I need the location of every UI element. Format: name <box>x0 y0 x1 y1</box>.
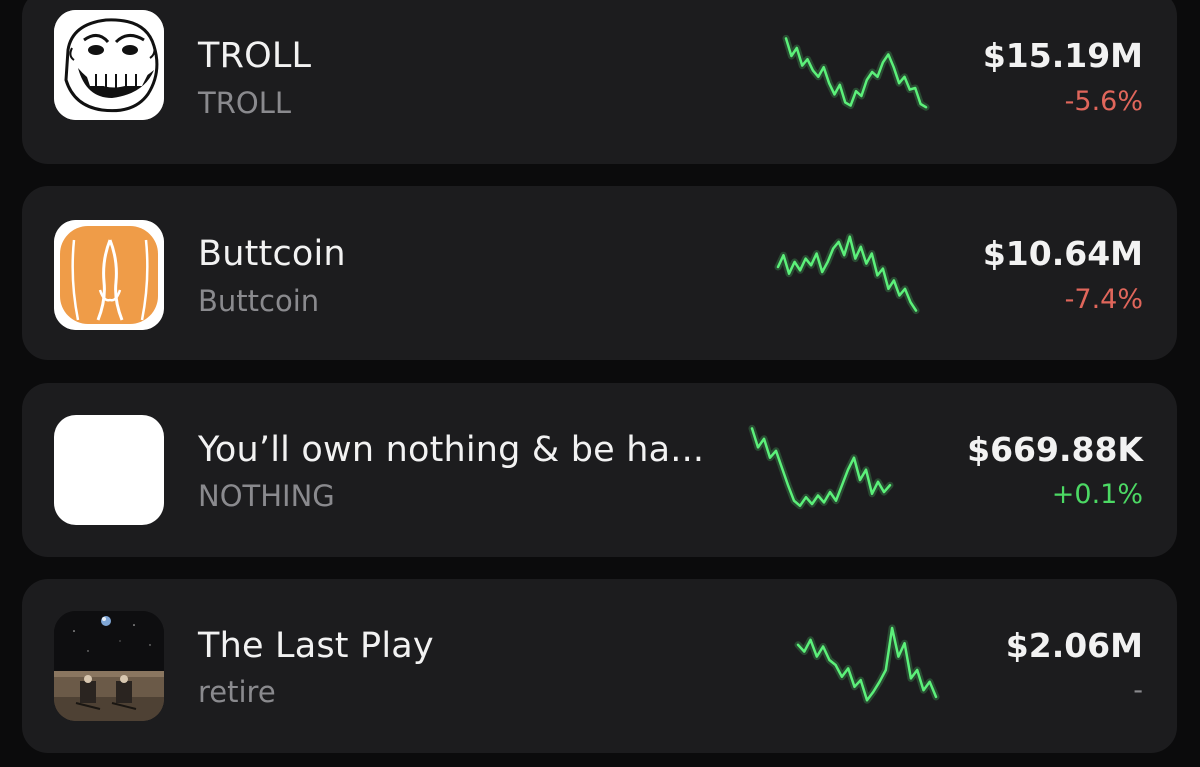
trollface-icon <box>54 10 164 120</box>
market-cap: $669.88K <box>967 430 1143 469</box>
price-change: -5.6% <box>1064 86 1143 117</box>
sparkline-chart <box>748 424 894 510</box>
token-name: The Last Play <box>198 626 434 666</box>
token-card-troll[interactable]: TROLL TROLL $15.19M -5.6% <box>22 0 1177 164</box>
blank-white-icon <box>54 415 164 525</box>
sparkline-line <box>776 235 918 312</box>
token-name: Buttcoin <box>198 234 346 274</box>
token-ticker: TROLL <box>198 86 292 120</box>
token-card-the-last-play[interactable]: The Last Play retire $2.06M - <box>22 579 1177 753</box>
sparkline-glow <box>794 624 940 704</box>
moon-landscape-icon <box>54 611 164 721</box>
buttcoin-icon <box>54 220 164 330</box>
sparkline-glow <box>748 424 894 510</box>
sparkline-chart <box>782 34 930 111</box>
market-cap: $2.06M <box>1005 626 1143 665</box>
token-ticker: Buttcoin <box>198 284 320 318</box>
sparkline-glow <box>782 34 930 111</box>
token-list: TROLL TROLL $15.19M -5.6% Buttcoin Buttc… <box>0 0 1200 767</box>
market-cap: $15.19M <box>982 36 1143 75</box>
token-ticker: retire <box>198 675 276 709</box>
token-name: You’ll own nothing & be ha... <box>198 430 705 470</box>
token-ticker: NOTHING <box>198 479 335 513</box>
sparkline-chart <box>774 233 920 315</box>
token-name: TROLL <box>198 36 312 76</box>
price-change: - <box>1133 675 1143 706</box>
sparkline-chart <box>794 624 940 704</box>
market-cap: $10.64M <box>982 234 1143 273</box>
token-card-buttcoin[interactable]: Buttcoin Buttcoin $10.64M -7.4% <box>22 186 1177 360</box>
price-change: +0.1% <box>1051 479 1143 510</box>
token-card-nothing[interactable]: You’ll own nothing & be ha... NOTHING $6… <box>22 383 1177 557</box>
price-change: -7.4% <box>1064 284 1143 315</box>
